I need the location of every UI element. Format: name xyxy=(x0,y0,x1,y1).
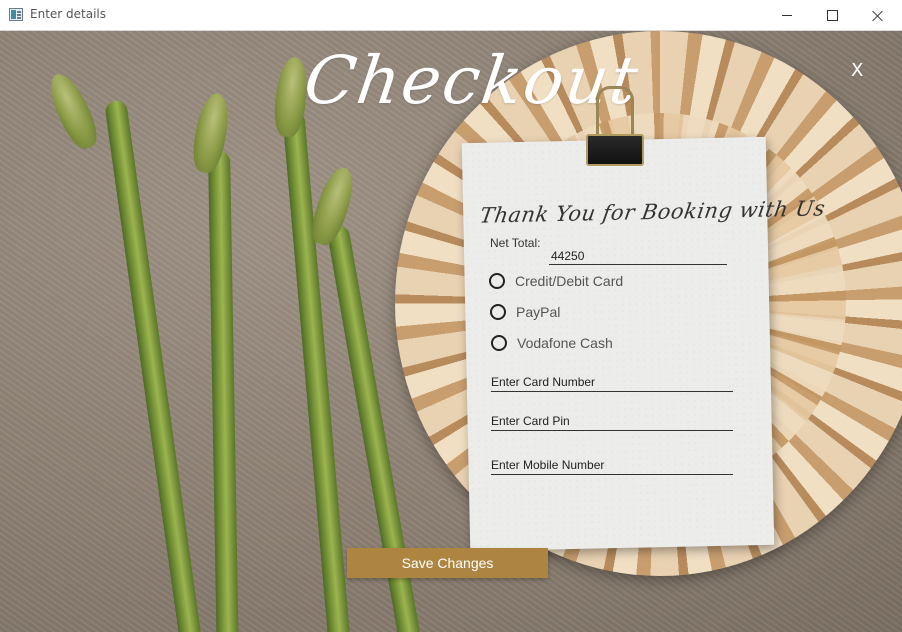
binder-clip-icon xyxy=(586,86,646,170)
net-total-field[interactable] xyxy=(549,247,727,265)
payment-option-label: Vodafone Cash xyxy=(517,335,613,351)
window-close-button[interactable] xyxy=(855,0,901,31)
payment-option-vodafone[interactable]: Vodafone Cash xyxy=(491,335,613,351)
app-window-icon xyxy=(9,8,23,21)
payment-option-paypal[interactable]: PayPal xyxy=(490,304,560,320)
window-title: Enter details xyxy=(30,7,107,21)
asparagus-tip xyxy=(42,68,104,154)
card-number-field[interactable] xyxy=(491,372,733,392)
radio-button[interactable] xyxy=(491,335,507,351)
asparagus-stalk xyxy=(208,150,239,632)
close-x-button[interactable]: X xyxy=(851,60,863,81)
maximize-button[interactable] xyxy=(809,0,855,31)
save-changes-button[interactable]: Save Changes xyxy=(347,548,548,578)
window-titlebar: Enter details xyxy=(0,0,902,31)
radio-button[interactable] xyxy=(490,304,506,320)
asparagus-tip xyxy=(306,163,360,249)
maximize-icon xyxy=(826,10,838,21)
radio-button[interactable] xyxy=(489,273,505,289)
net-total-label: Net Total: xyxy=(490,236,541,250)
card-pin-field[interactable] xyxy=(491,411,733,431)
minimize-icon xyxy=(782,15,792,16)
payment-option-label: Credit/Debit Card xyxy=(515,273,624,289)
mobile-number-field[interactable] xyxy=(491,455,733,475)
payment-option-card[interactable]: Credit/Debit Card xyxy=(489,273,623,289)
asparagus-stalk xyxy=(104,99,204,632)
payment-option-label: PayPal xyxy=(516,304,561,320)
minimize-button[interactable] xyxy=(764,0,810,31)
close-icon xyxy=(872,10,884,22)
